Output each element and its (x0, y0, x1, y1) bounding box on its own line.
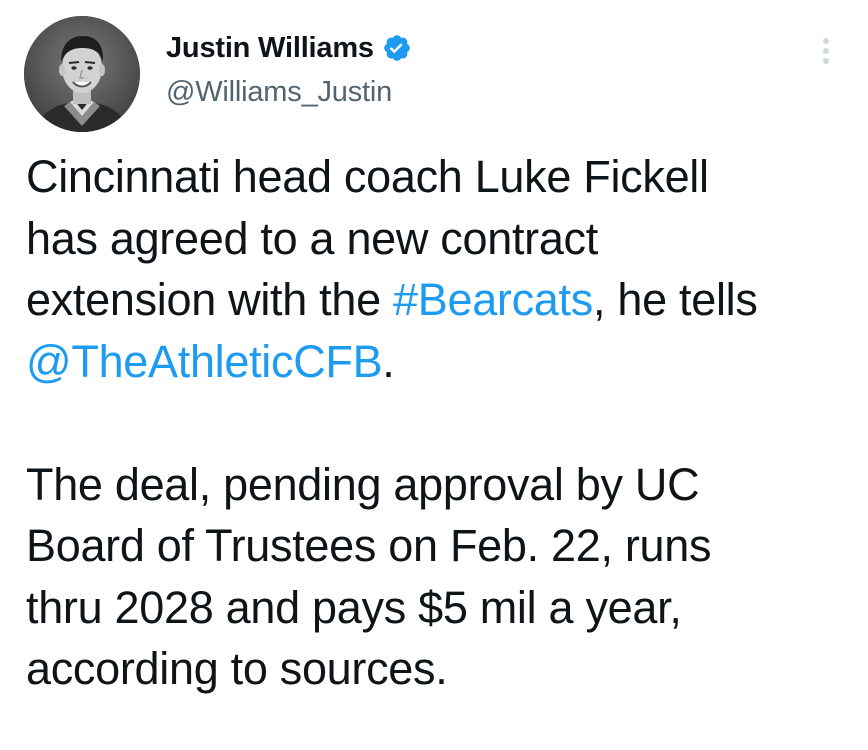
author-handle[interactable]: @Williams_Justin (166, 76, 412, 109)
author-name-row: Justin Williams (166, 30, 412, 66)
avatar[interactable] (24, 16, 140, 132)
author-display-name[interactable]: Justin Williams (166, 32, 374, 65)
tweet-paragraph-2: The deal, pending approval by UC Board o… (26, 454, 856, 700)
text-line: according to sources. (26, 643, 448, 694)
text-line: Cincinnati head coach Luke Fickell (26, 151, 709, 202)
text-line: The deal, pending approval by UC (26, 458, 700, 510)
more-options-icon[interactable] (814, 34, 838, 74)
text-fragment: extension with the (26, 274, 394, 325)
text-fragment: . (382, 335, 395, 387)
mention-link[interactable]: @TheAthleticCFB (26, 336, 383, 387)
verified-badge-icon (382, 33, 412, 63)
text-line: Board of Trustees on Feb. 22, runs (26, 520, 712, 571)
text-line: thru 2028 and pays $5 mil a year, (26, 581, 682, 633)
hashtag-link[interactable]: #Bearcats (393, 274, 593, 325)
tweet: Justin Williams @Williams_Justin Cincinn… (0, 0, 868, 750)
text-fragment: , he tells (592, 274, 758, 325)
author-block: Justin Williams @Williams_Justin (166, 30, 412, 130)
tweet-paragraph-1: Cincinnati head coach Luke Fickell has a… (26, 146, 856, 392)
text-line: has agreed to a new contract (26, 212, 598, 264)
tweet-text: Cincinnati head coach Luke Fickell has a… (26, 146, 856, 700)
avatar-photo (24, 16, 140, 132)
